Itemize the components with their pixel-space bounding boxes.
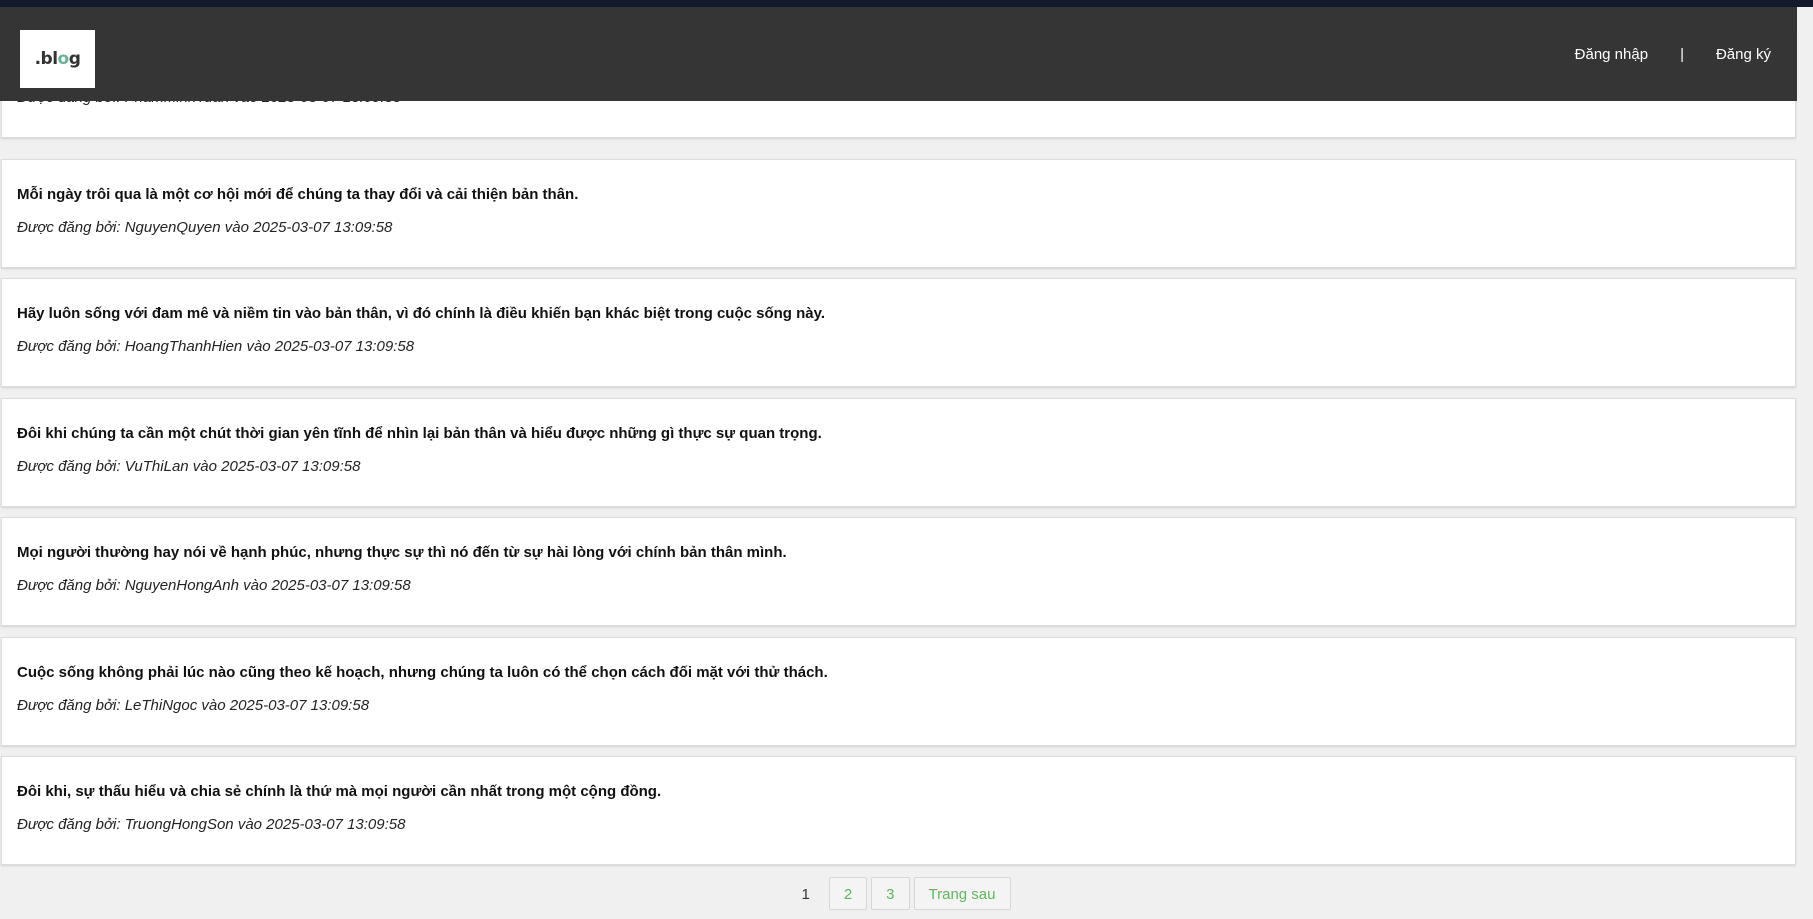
post-title[interactable]: Đôi khi chúng ta cần một chút thời gian … [17, 425, 822, 442]
post-title[interactable]: Đôi khi, sự thấu hiểu và chia sẻ chính l… [17, 783, 661, 800]
post-card[interactable]: Hãy luôn sống với đam mê và niềm tin vào… [1, 278, 1796, 387]
post-card[interactable]: Mọi người thường hay nói về hạnh phúc, n… [1, 517, 1796, 626]
post-title[interactable]: Mỗi ngày trôi qua là một cơ hội mới để c… [17, 186, 578, 203]
post-meta: Được đăng bởi: TruongHongSon vào 2025-03… [17, 816, 406, 833]
logo-text-prefix: .bl [34, 49, 58, 69]
post-card[interactable]: Mỗi ngày trôi qua là một cơ hội mới để c… [1, 159, 1796, 268]
register-link[interactable]: Đăng ký [1716, 46, 1771, 63]
logo-text-suffix: g [68, 49, 81, 69]
logo-text-o: o [57, 49, 70, 69]
post-card[interactable]: Đôi khi chúng ta cần một chút thời gian … [1, 398, 1796, 507]
blog-logo[interactable]: .bl o g [20, 30, 95, 88]
nav-separator: | [1680, 46, 1684, 63]
post-meta: Được đăng bởi: VuThiLan vào 2025-03-07 1… [17, 458, 361, 475]
auth-nav: Đăng nhập | Đăng ký [1575, 46, 1771, 63]
next-page-link[interactable]: Trang sau [913, 877, 1011, 910]
window-top-border [0, 0, 1813, 7]
page-1-current: 1 [801, 886, 810, 903]
post-meta: Được đăng bởi: NguyenHongAnh vào 2025-03… [17, 577, 411, 594]
login-link[interactable]: Đăng nhập [1575, 46, 1648, 63]
post-card[interactable]: Đôi khi, sự thấu hiểu và chia sẻ chính l… [1, 756, 1796, 865]
page-3-link[interactable]: 3 [871, 877, 910, 910]
site-header: .bl o g Đăng nhập | Đăng ký [0, 0, 1797, 101]
post-meta: Được đăng bởi: LeThiNgoc vào 2025-03-07 … [17, 697, 370, 714]
post-title[interactable]: Mọi người thường hay nói về hạnh phúc, n… [17, 544, 787, 561]
pagination: 1 2 3 Trang sau [0, 877, 1797, 910]
post-meta: Được đăng bởi: NguyenQuyen vào 2025-03-0… [17, 219, 393, 236]
post-title[interactable]: Cuộc sống không phải lúc nào cũng theo k… [17, 664, 828, 681]
post-title[interactable]: Hãy luôn sống với đam mê và niềm tin vào… [17, 305, 825, 322]
post-card[interactable]: Cuộc sống không phải lúc nào cũng theo k… [1, 637, 1796, 746]
page-2-link[interactable]: 2 [828, 877, 868, 910]
post-meta: Được đăng bởi: HoangThanhHien vào 2025-0… [17, 338, 415, 355]
